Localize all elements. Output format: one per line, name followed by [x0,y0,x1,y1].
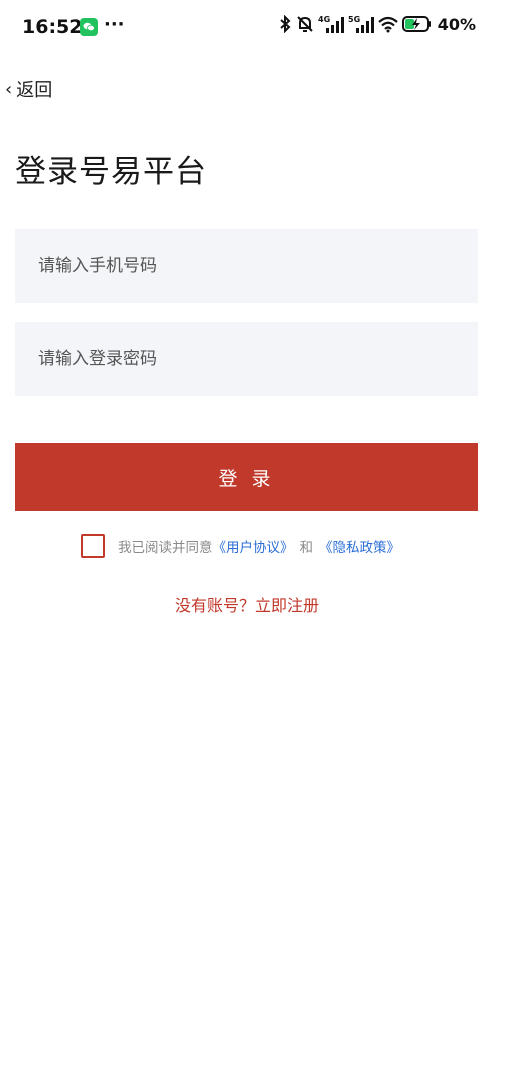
agreement-checkbox[interactable] [81,534,105,558]
agreement-and: 和 [299,540,314,556]
wifi-icon [377,15,398,33]
agreement-row: 我已阅读并同意 《用户协议》 和 《隐私政策》 [81,534,400,558]
mute-bell-icon [296,15,314,33]
svg-text:4G: 4G [318,15,330,24]
password-field-container [15,322,478,396]
svg-text:5G: 5G [348,15,360,24]
battery-percent: 40% [437,14,476,34]
bluetooth-icon [278,15,292,33]
status-icons: 4G 5G 40% [278,14,476,34]
agreement-prefix: 我已阅读并同意 [118,540,213,556]
status-bar: 16:52 ··· 4G 5G 40% [0,0,514,56]
register-link[interactable]: 没有账号？立即注册 [0,592,494,616]
phone-input[interactable] [15,229,478,303]
back-label: 返回 [16,80,53,101]
signal-5g-icon: 5G [348,14,374,34]
page-title: 登录号易平台 [15,154,207,190]
chevron-left-icon: ‹ [5,78,13,100]
status-more-icon: ··· [104,14,125,35]
signal-4g-icon: 4G [318,14,344,34]
status-time: 16:52 [22,16,83,38]
wechat-icon [80,18,98,36]
login-page: 16:52 ··· 4G 5G 40% ‹ 返回 登录号易平台 请输入手机号码 … [0,0,514,1080]
battery-charging-icon [401,15,432,33]
login-button[interactable]: 登 录 [15,443,478,511]
password-input[interactable] [15,322,478,396]
user-agreement-link[interactable]: 《用户协议》 [213,536,294,556]
back-button[interactable]: ‹ 返回 [5,76,52,102]
phone-field-container [15,229,478,303]
privacy-policy-link[interactable]: 《隐私政策》 [319,536,400,556]
